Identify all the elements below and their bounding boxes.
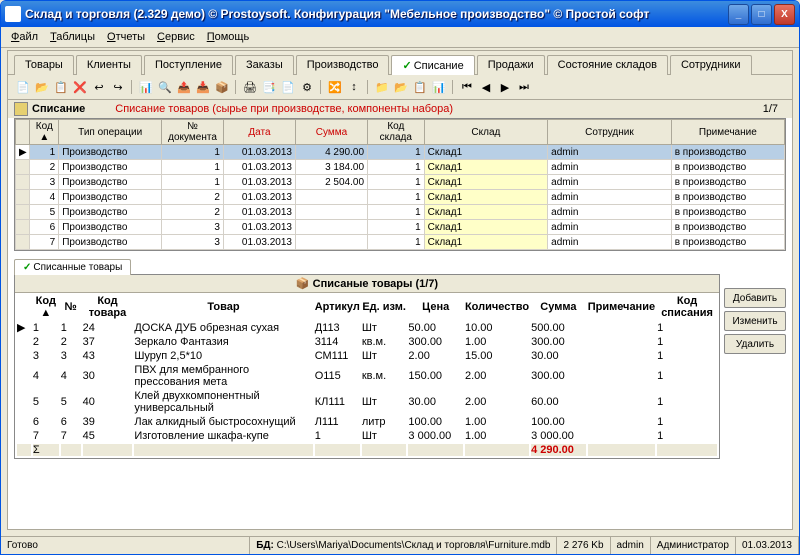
menu-Файл[interactable]: Файл bbox=[5, 29, 44, 45]
table-row[interactable]: ▶1124ДОСКА ДУБ обрезная сухаяД113Шт50.00… bbox=[17, 321, 717, 334]
app-icon bbox=[5, 6, 21, 22]
table-row[interactable]: 6639Лак алкидный быстросохнущийЛ111литр1… bbox=[17, 416, 717, 428]
add-button[interactable]: Добавить bbox=[724, 288, 786, 308]
table-row[interactable]: 3343Шуруп 2,5*10СМ111Шт2.0015.0030.001 bbox=[17, 350, 717, 362]
toolbar-btn[interactable]: ▶ bbox=[496, 78, 514, 96]
tab-5[interactable]: ✓Списание bbox=[391, 55, 474, 75]
status-date: 01.03.2013 bbox=[736, 537, 799, 554]
menu-Помощь[interactable]: Помощь bbox=[201, 29, 256, 45]
table-row[interactable]: 7Производство301.03.20131Склад1adminв пр… bbox=[16, 235, 785, 250]
title-bar: Склад и торговля (2.329 демо) © Prostoys… bbox=[1, 1, 799, 27]
table-row[interactable]: 5Производство201.03.20131Склад1adminв пр… bbox=[16, 205, 785, 220]
sub-tabs: ✓Списанные товары bbox=[8, 255, 792, 274]
table-row[interactable]: 6Производство301.03.20131Склад1adminв пр… bbox=[16, 220, 785, 235]
window-title: Склад и торговля (2.329 демо) © Prostoys… bbox=[25, 7, 728, 21]
toolbar-btn[interactable]: ⏭ bbox=[515, 78, 533, 96]
toolbar-btn[interactable]: 📂 bbox=[33, 78, 51, 96]
status-ready: Готово bbox=[1, 537, 250, 554]
menu-Таблицы[interactable]: Таблицы bbox=[44, 29, 101, 45]
main-tabs: ТоварыКлиентыПоступлениеЗаказыПроизводст… bbox=[8, 51, 792, 75]
toolbar-btn[interactable]: 🖨 bbox=[241, 78, 259, 96]
toolbar-btn[interactable]: 📁 bbox=[373, 78, 391, 96]
table-row[interactable]: 2Производство101.03.20133 184.001Склад1a… bbox=[16, 160, 785, 175]
toolbar-btn[interactable]: 📄 bbox=[14, 78, 32, 96]
tab-7[interactable]: Состояние складов bbox=[547, 55, 668, 75]
section-title: Списание bbox=[32, 103, 85, 115]
toolbar-btn[interactable]: 📊 bbox=[430, 78, 448, 96]
detail-title: 📦 Списаные товары (1/7) bbox=[15, 275, 719, 293]
table-row[interactable]: 4430ПВХ для мембранного прессования мета… bbox=[17, 364, 717, 388]
toolbar-btn[interactable]: ↩ bbox=[90, 78, 108, 96]
table-row[interactable]: ▶1Производство101.03.20134 290.001Склад1… bbox=[16, 145, 785, 160]
table-row[interactable]: 5540Клей двухкомпонентный универсальныйК… bbox=[17, 390, 717, 414]
table-row[interactable]: 2237Зеркало Фантазия3114кв.м.300.001.003… bbox=[17, 336, 717, 348]
subtab-items[interactable]: ✓Списанные товары bbox=[14, 259, 131, 275]
minimize-button[interactable]: _ bbox=[728, 4, 749, 25]
tab-0[interactable]: Товары bbox=[14, 55, 74, 75]
toolbar-btn[interactable]: ❌ bbox=[71, 78, 89, 96]
tab-4[interactable]: Производство bbox=[296, 55, 390, 75]
toolbar-btn[interactable]: 📄 bbox=[279, 78, 297, 96]
toolbar-btn[interactable]: 📤 bbox=[175, 78, 193, 96]
delete-button[interactable]: Удалить bbox=[724, 334, 786, 354]
menu-Отчеты[interactable]: Отчеты bbox=[101, 29, 151, 45]
status-user: admin bbox=[611, 537, 651, 554]
main-grid[interactable]: Код ▲Тип операции№ документаДатаСуммаКод… bbox=[14, 118, 786, 251]
tab-6[interactable]: Продажи bbox=[477, 55, 545, 75]
section-counter: 1/7 bbox=[763, 103, 786, 115]
toolbar-btn[interactable]: 🔍 bbox=[156, 78, 174, 96]
table-row[interactable]: 3Производство101.03.20132 504.001Склад1a… bbox=[16, 175, 785, 190]
detail-grid[interactable]: 📦 Списаные товары (1/7) Код ▲№Код товара… bbox=[14, 274, 720, 459]
status-size: 2 276 Kb bbox=[557, 537, 610, 554]
section-header: Списание Списание товаров (сырье при про… bbox=[8, 100, 792, 118]
section-description: Списание товаров (сырье при производстве… bbox=[115, 103, 453, 115]
toolbar-btn[interactable]: ⚙ bbox=[298, 78, 316, 96]
toolbar-btn[interactable]: ↪ bbox=[109, 78, 127, 96]
close-button[interactable]: X bbox=[774, 4, 795, 25]
status-db: БД: C:\Users\Mariya\Documents\Склад и то… bbox=[250, 537, 557, 554]
toolbar-btn[interactable]: 📊 bbox=[137, 78, 155, 96]
tab-2[interactable]: Поступление bbox=[144, 55, 233, 75]
edit-button[interactable]: Изменить bbox=[724, 311, 786, 331]
toolbar-btn[interactable]: 📋 bbox=[52, 78, 70, 96]
toolbar: 📄📂📋❌↩↪📊🔍📤📥📦🖨📑📄⚙🔀↕📁📂📋📊⏮◀▶⏭ bbox=[8, 75, 792, 100]
maximize-button[interactable]: □ bbox=[751, 4, 772, 25]
toolbar-btn[interactable]: ◀ bbox=[477, 78, 495, 96]
tab-3[interactable]: Заказы bbox=[235, 55, 294, 75]
toolbar-btn[interactable]: 🔀 bbox=[326, 78, 344, 96]
toolbar-btn[interactable]: ⏮ bbox=[458, 78, 476, 96]
folder-icon bbox=[14, 102, 28, 116]
tab-1[interactable]: Клиенты bbox=[76, 55, 142, 75]
table-row[interactable]: 4Производство201.03.20131Склад1adminв пр… bbox=[16, 190, 785, 205]
menu-bar: ФайлТаблицыОтчетыСервисПомощь bbox=[1, 27, 799, 48]
table-row[interactable]: 7745Изготовление шкафа-купе1Шт3 000.001.… bbox=[17, 430, 717, 442]
toolbar-btn[interactable]: 📑 bbox=[260, 78, 278, 96]
toolbar-btn[interactable]: 📦 bbox=[213, 78, 231, 96]
status-bar: Готово БД: C:\Users\Mariya\Documents\Скл… bbox=[1, 536, 799, 554]
toolbar-btn[interactable]: 📂 bbox=[392, 78, 410, 96]
toolbar-btn[interactable]: ↕ bbox=[345, 78, 363, 96]
sum-row: Σ4 290.00 bbox=[17, 444, 717, 456]
menu-Сервис[interactable]: Сервис bbox=[151, 29, 201, 45]
tab-8[interactable]: Сотрудники bbox=[670, 55, 752, 75]
status-role: Администратор bbox=[651, 537, 736, 554]
toolbar-btn[interactable]: 📋 bbox=[411, 78, 429, 96]
toolbar-btn[interactable]: 📥 bbox=[194, 78, 212, 96]
